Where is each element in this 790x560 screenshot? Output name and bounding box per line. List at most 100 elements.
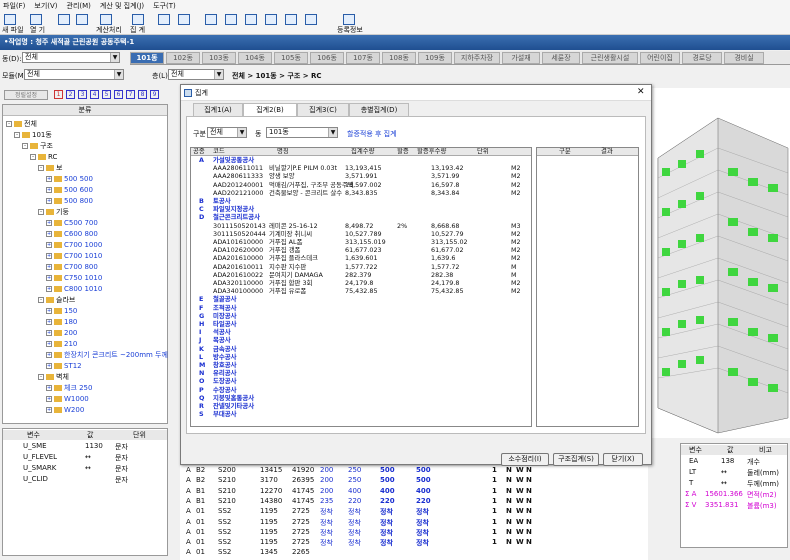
expand-icon[interactable]: + [46,220,52,226]
dong-filter-select[interactable]: 101동 ▼ [266,127,338,138]
member-row[interactable]: A B2 S210 3170 26395 200 250 500 500 1 N W N [180,476,648,486]
tree-node[interactable]: - 구조 [22,141,53,152]
tab-103[interactable]: 103동 [202,52,236,64]
3d-building-viewport[interactable] [648,88,790,438]
tool-icon[interactable] [245,14,257,25]
tool-icon[interactable] [225,14,237,25]
expand-icon[interactable]: - [38,297,44,303]
expand-icon[interactable]: + [46,242,52,248]
grid-row[interactable]: L 방수공사 [191,353,531,362]
member-row[interactable]: A 01 SS2 1195 2725 정착 정착 정착 정착 1 N W N [180,507,648,517]
grid-row[interactable]: O 도장공사 [191,377,531,386]
tree-node[interactable]: +500 600 [46,185,93,196]
level-6-button[interactable]: 6 [114,90,123,99]
tree-node[interactable]: +200 [46,328,77,339]
tree-node[interactable]: - RC [30,152,57,163]
expand-icon[interactable]: - [38,165,44,171]
expand-icon[interactable]: - [38,374,44,380]
tree-node[interactable]: + ST12 [46,361,82,372]
expand-icon[interactable]: + [46,231,52,237]
menu-view[interactable]: 보기(V) [34,1,57,11]
close-button[interactable]: 닫기(X) [603,453,643,466]
prop-row[interactable]: LT ↔ 둘레(mm) [681,468,787,478]
grid-row[interactable]: M 창호공사 [191,361,531,370]
member-row[interactable]: A 01 SS2 1195 2725 정착 정착 정착 정착 1 N W N [180,538,648,548]
member-row[interactable]: A B2 S200 13415 41920 200 250 500 500 1 N W N [180,466,648,476]
tool-icon[interactable] [305,14,317,25]
grid-row[interactable]: S 부대공사 [191,410,531,419]
tab-aggregate3[interactable]: 집계3(C) [297,103,349,116]
tool-icon[interactable] [58,14,70,25]
grid-row[interactable]: J 목공사 [191,336,531,345]
tree-node[interactable]: + 한장치기 콘크리트 ~200mm 두께 [46,350,168,361]
view-icon[interactable] [158,14,170,25]
properties-icon[interactable] [343,14,355,25]
expand-icon[interactable]: + [46,198,52,204]
tool-icon[interactable] [285,14,297,25]
expand-icon[interactable]: + [46,352,52,358]
tree-node[interactable]: -보 [38,163,62,174]
level-1-button[interactable]: 1 [54,90,63,99]
menu-manage[interactable]: 관리(M) [67,1,91,11]
tree-node[interactable]: + C700 1000 [46,240,102,251]
tree-node[interactable]: +180 [46,317,77,328]
expand-icon[interactable]: + [46,330,52,336]
tree-node[interactable]: - 기둥 [38,207,69,218]
tab-aggregate2[interactable]: 집계2(B) [243,103,297,116]
level-8-button[interactable]: 8 [138,90,147,99]
member-row[interactable]: A 01 SS2 1345 2265 [180,548,648,558]
tree-node[interactable]: + W200 [46,405,84,416]
tab-106[interactable]: 106동 [310,52,344,64]
view-icon[interactable] [178,14,190,25]
prop-row[interactable]: EA 138 개수 [681,457,787,467]
var-row[interactable]: U_CLID 문자 [3,475,167,485]
expand-icon[interactable]: + [46,286,52,292]
tree-node[interactable]: - 슬라브 [38,295,75,306]
expand-icon[interactable]: + [46,319,52,325]
tree-node[interactable]: +500 800 [46,196,93,207]
tree-node[interactable]: + 체크 250 [46,383,92,394]
tree-node[interactable]: + C700 1010 [46,251,102,262]
expand-icon[interactable]: - [38,209,44,215]
prop-row[interactable]: Σ V 3351.831 볼륨(m3) [681,501,787,511]
tab-temp[interactable]: 가설재 [502,52,540,64]
expand-icon[interactable]: + [46,253,52,259]
tab-aggregate1[interactable]: 집계1(A) [193,103,243,116]
expand-icon[interactable]: + [46,176,52,182]
tool-icon[interactable] [76,14,88,25]
close-icon[interactable]: ✕ [637,87,645,97]
tab-108[interactable]: 108동 [382,52,416,64]
expand-icon[interactable]: + [46,396,52,402]
tree-node[interactable]: +210 [46,339,77,350]
tree-node[interactable]: + W1000 [46,394,89,405]
menu-tools[interactable]: 도구(T) [153,1,176,11]
prop-row[interactable]: T ↔ 두께(mm) [681,479,787,489]
structure-aggregate-button[interactable]: 구조집계(S) [553,453,599,466]
expand-icon[interactable]: + [46,187,52,193]
grid-row[interactable]: G 미장공사 [191,312,531,321]
grid-row[interactable]: ADA340100000 거푸집 유로폼 75,432.85 75,432.85 M2 [191,287,531,296]
member-row[interactable]: A B1 S210 12270 41745 200 400 400 400 1 N W N [180,487,648,497]
expand-icon[interactable]: + [46,308,52,314]
level-4-button[interactable]: 4 [90,90,99,99]
tool-icon[interactable] [205,14,217,25]
expand-icon[interactable]: + [46,341,52,347]
member-row[interactable]: A 01 SS2 1195 2725 정착 정착 정착 정착 1 N W N [180,528,648,538]
dong-select[interactable]: 전체 ▼ [22,52,120,63]
level-3-button[interactable]: 3 [78,90,87,99]
sort-settings-button[interactable]: 정릴설정 [4,90,48,100]
expand-icon[interactable]: + [46,407,52,413]
grid-row[interactable]: N 유리공사 [191,369,531,378]
tree-node[interactable]: + C750 1010 [46,273,102,284]
var-row[interactable]: U_FLEVEL ↔ 문자 [3,453,167,463]
grid-row[interactable]: AAD202121000 건축물보양 - 콘크리트 살수 8,343.835 8,34… [191,189,531,198]
prop-row[interactable]: Σ A 15601.366 면적(m2) [681,490,787,500]
tab-wheelwash[interactable]: 세륜장 [542,52,580,64]
expand-icon[interactable]: - [14,132,20,138]
calc-icon[interactable] [100,14,112,25]
grid-row[interactable]: I 석공사 [191,328,531,337]
tree-node[interactable]: + C600 800 [46,229,98,240]
expand-icon[interactable]: + [46,264,52,270]
grid-row[interactable]: R 잔넬및기타공사 [191,402,531,411]
expand-icon[interactable]: + [46,363,52,369]
